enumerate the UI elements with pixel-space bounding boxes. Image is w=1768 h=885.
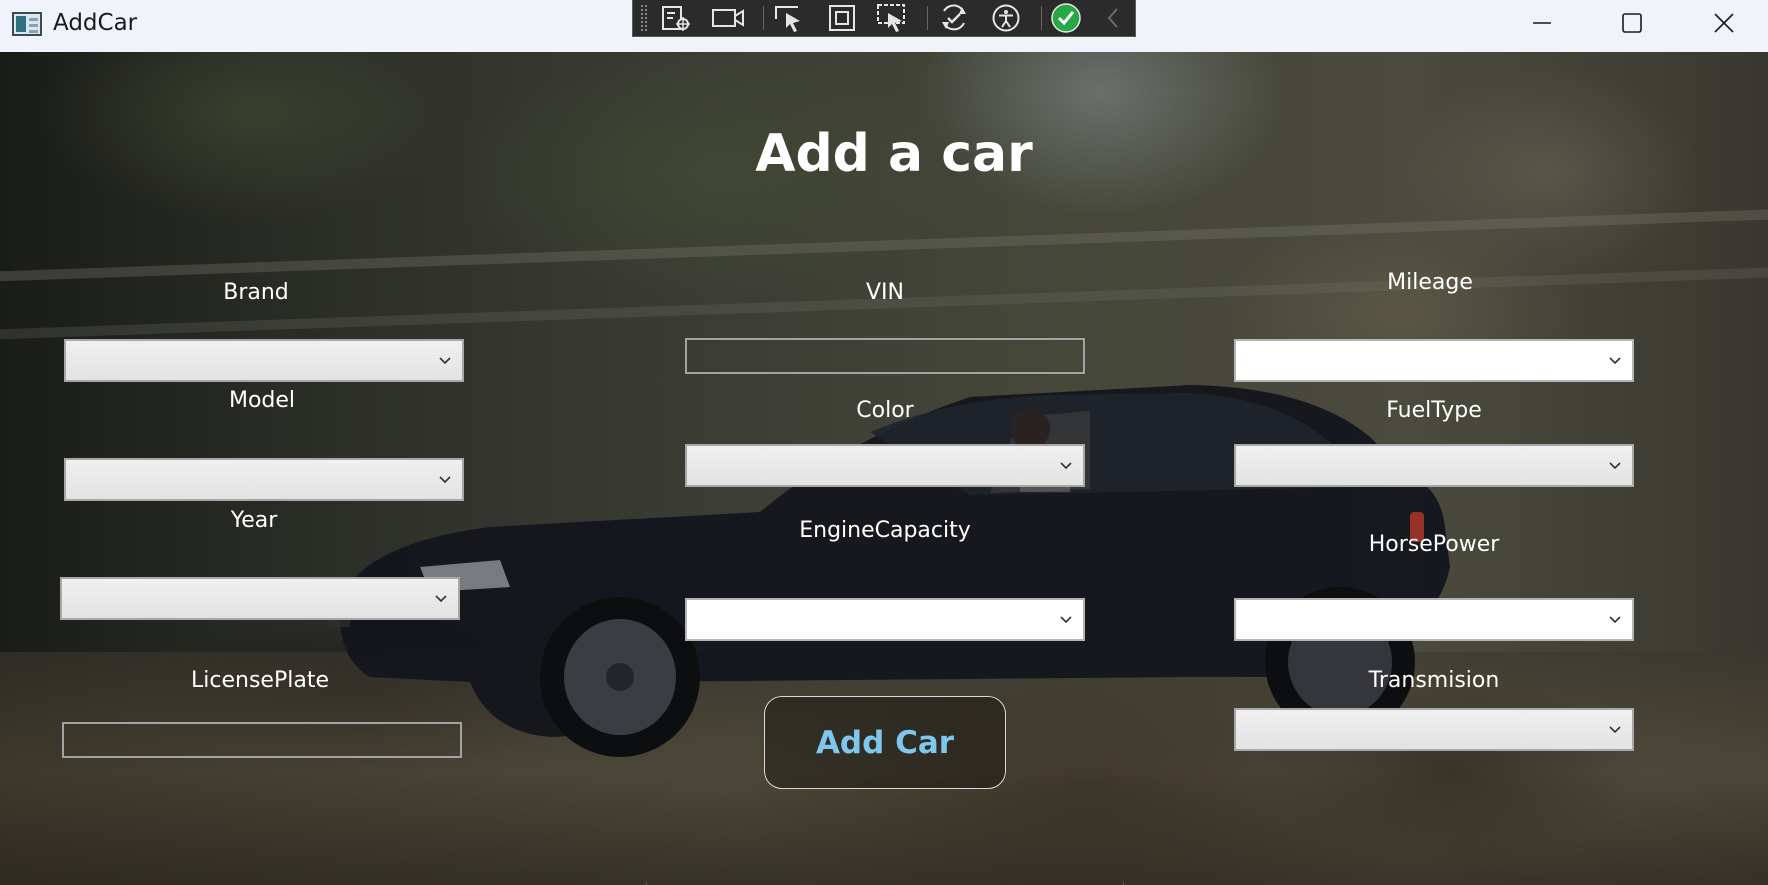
hot-reload-icon xyxy=(942,4,966,31)
binding-status-button[interactable] xyxy=(1047,2,1085,34)
color-combobox[interactable] xyxy=(685,444,1085,487)
display-layout-button[interactable] xyxy=(823,2,861,34)
year-label: Year xyxy=(230,508,278,533)
license-plate-label: LicensePlate xyxy=(191,668,329,693)
horse-power-combobox[interactable] xyxy=(1234,598,1634,641)
mileage-combobox[interactable] xyxy=(1234,339,1634,382)
binding-ok-icon xyxy=(1051,3,1081,33)
collapse-chevron-icon xyxy=(1107,8,1118,28)
license-plate-input[interactable] xyxy=(62,722,462,758)
chevron-down-icon xyxy=(1609,462,1621,470)
chevron-down-icon xyxy=(1609,726,1621,734)
fuel-type-combobox[interactable] xyxy=(1234,444,1634,487)
app-window-icon xyxy=(12,12,42,36)
close-button[interactable] xyxy=(1678,0,1768,46)
vin-label: VIN xyxy=(866,280,904,305)
transmission-combobox[interactable] xyxy=(1234,708,1634,751)
maximize-icon xyxy=(1622,13,1642,33)
fuel-type-label: FuelType xyxy=(1386,398,1482,423)
select-element-icon xyxy=(662,6,690,31)
vin-input[interactable] xyxy=(685,338,1085,374)
track-focus-icon xyxy=(877,4,905,32)
toolbar-grip[interactable] xyxy=(640,4,648,32)
model-combobox[interactable] xyxy=(64,458,464,501)
add-car-window-content: Add a car Brand Model Year LicensePlate … xyxy=(0,52,1768,885)
toolbar-separator xyxy=(1041,6,1042,30)
chevron-down-icon xyxy=(1609,357,1621,365)
hot-reload-button[interactable] xyxy=(935,2,973,34)
collapse-toolbar-button[interactable] xyxy=(1093,2,1133,34)
chevron-down-icon xyxy=(1609,616,1621,624)
model-label: Model xyxy=(228,388,296,413)
select-cursor-button[interactable] xyxy=(771,2,809,34)
close-icon xyxy=(1714,13,1734,33)
chevron-down-icon xyxy=(439,357,451,365)
window-title: AddCar xyxy=(53,10,138,36)
select-cursor-icon xyxy=(775,6,800,32)
display-layout-icon xyxy=(829,5,855,31)
engine-capacity-label: EngineCapacity xyxy=(799,518,971,543)
chevron-down-icon xyxy=(1060,462,1072,470)
select-element-button[interactable] xyxy=(657,2,695,34)
debug-toolbar xyxy=(632,0,1136,37)
minimize-button[interactable] xyxy=(1496,0,1588,46)
brand-label: Brand xyxy=(223,280,289,305)
horse-power-label: HorsePower xyxy=(1368,532,1500,557)
record-icon xyxy=(712,9,744,27)
maximize-button[interactable] xyxy=(1586,0,1678,46)
accessibility-icon xyxy=(992,4,1020,32)
color-label: Color xyxy=(856,398,914,423)
chevron-down-icon xyxy=(1060,616,1072,624)
accessibility-button[interactable] xyxy=(987,2,1025,34)
engine-capacity-combobox[interactable] xyxy=(685,598,1085,641)
record-button[interactable] xyxy=(709,2,747,34)
toolbar-separator xyxy=(927,6,928,30)
year-combobox[interactable] xyxy=(60,577,460,620)
chevron-down-icon xyxy=(439,476,451,484)
track-focus-button[interactable] xyxy=(873,2,911,34)
toolbar-separator xyxy=(763,6,764,30)
add-car-button[interactable]: Add Car xyxy=(764,696,1006,789)
brand-combobox[interactable] xyxy=(64,339,464,382)
minimize-icon xyxy=(1533,22,1551,24)
page-title: Add a car xyxy=(755,124,1033,184)
mileage-label: Mileage xyxy=(1387,270,1473,295)
chevron-down-icon xyxy=(435,595,447,603)
transmission-label: Transmision xyxy=(1368,668,1500,693)
